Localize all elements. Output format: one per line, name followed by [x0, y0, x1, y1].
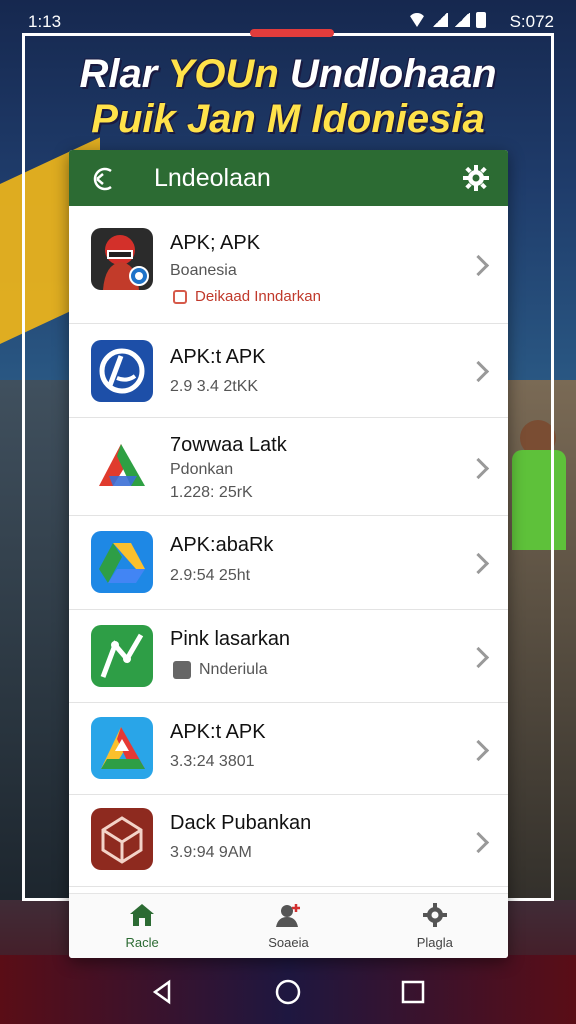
app-window: Lndeolaan APK; APK Boanesia Deikaad Innd…	[69, 150, 508, 958]
headline-part-2: YOUn	[167, 52, 279, 96]
nav-item-home[interactable]: Racle	[69, 894, 215, 958]
app-subtitle: 3.3:24 3801	[170, 753, 255, 770]
home-circle-icon[interactable]	[274, 978, 302, 1006]
list-item[interactable]: APK:abaRk 2.9:54 25ht	[69, 516, 508, 610]
app-subtitle: 2.9 3.4 2tKK	[170, 378, 259, 395]
list-item[interactable]: 7owwaa Latk Pdonkan 1.228: 25rK	[69, 418, 508, 516]
status-right-text: S:072	[509, 12, 554, 31]
signal-icon-2	[454, 13, 470, 27]
app-subtitle: Boanesia	[170, 262, 237, 279]
download-tag: Deikaad Inndarkan	[173, 288, 321, 305]
list-item[interactable]: APK; APK Boanesia Deikaad Inndarkan	[69, 206, 508, 324]
app-title: 7owwaa Latk	[170, 434, 287, 456]
status-bar: 1:13 S:072	[0, 0, 576, 44]
nav-item-settings[interactable]: Plagla	[362, 894, 508, 958]
app-size: 1.228: 25rK	[170, 484, 253, 501]
app-title: Lndeolaan	[154, 164, 271, 192]
home-icon	[130, 904, 155, 926]
chevron-right-icon	[467, 457, 490, 480]
recents-square-icon[interactable]	[399, 978, 427, 1006]
person-green-shirt	[512, 450, 566, 550]
green-route-icon	[91, 625, 153, 687]
frame-accent	[250, 29, 334, 37]
crowd-left	[0, 380, 70, 900]
back-triangle-icon[interactable]	[149, 978, 177, 1006]
app-subtitle: 2.9:54 25ht	[170, 567, 251, 584]
nav-label: Racle	[125, 935, 159, 950]
app-tag-label: Nnderiula	[199, 661, 268, 678]
nav-label: Plagla	[416, 935, 453, 950]
gear-icon	[422, 903, 447, 927]
blue-p-logo-icon	[91, 340, 153, 402]
app-title: APK:t APK	[170, 346, 266, 368]
list-item[interactable]: Pink lasarkan Nnderiula	[69, 610, 508, 703]
colorful-a-logo-icon	[91, 717, 153, 779]
tag-box-icon	[173, 289, 187, 304]
green-red-a-logo-icon	[91, 434, 153, 496]
racer-helmet-icon	[91, 228, 153, 290]
app-bar: Lndeolaan	[69, 150, 508, 206]
chevron-right-icon	[467, 360, 490, 383]
bottom-nav: Racle Soaeia Plagla	[69, 893, 508, 958]
chevron-right-icon	[467, 254, 490, 277]
app-tag: Nnderiula	[173, 661, 267, 679]
headline-line-1: Rlar YOUn Undlohaan	[0, 52, 576, 97]
list-item[interactable]: APK:t APK 2.9 3.4 2tKK	[69, 324, 508, 418]
tag-box-icon	[173, 661, 191, 679]
chevron-right-icon	[467, 831, 490, 854]
list-item[interactable]: Dack Pubankan 3.9:94 9AM	[69, 795, 508, 887]
status-icons	[408, 12, 486, 28]
chevron-right-icon	[467, 739, 490, 762]
app-title: APK; APK	[170, 232, 261, 254]
person-add-icon	[276, 904, 301, 927]
chevron-right-icon	[467, 552, 490, 575]
chevron-right-icon	[467, 646, 490, 669]
battery-icon	[476, 12, 486, 28]
headline: Rlar YOUn Undlohaan Puik Jan M Idoniesia	[0, 52, 576, 142]
app-list: APK; APK Boanesia Deikaad Inndarkan APK:…	[69, 206, 508, 887]
app-title: APK:t APK	[170, 721, 266, 743]
nav-label: Soaeia	[268, 935, 309, 950]
headline-part-1: Rlar	[79, 52, 168, 96]
nav-item-social[interactable]: Soaeia	[215, 894, 361, 958]
app-subtitle: 3.9:94 9AM	[170, 844, 252, 861]
headline-line-2: Puik Jan M Idoniesia	[91, 96, 485, 141]
app-title: Pink lasarkan	[170, 628, 291, 650]
headline-part-3: Undlohaan	[278, 52, 497, 96]
app-subtitle: Pdonkan	[170, 461, 234, 478]
download-tag-label: Deikaad Inndarkan	[195, 288, 321, 305]
status-time: 1:13	[28, 12, 62, 31]
back-arrow-icon[interactable]	[91, 165, 119, 193]
gear-icon[interactable]	[462, 164, 490, 192]
red-cube-icon	[91, 808, 153, 870]
app-title: Dack Pubankan	[170, 812, 312, 834]
drive-triangle-icon	[91, 531, 153, 593]
system-nav-bar	[0, 960, 576, 1024]
app-title: APK:abaRk	[170, 534, 274, 556]
list-item[interactable]: APK:t APK 3.3:24 3801	[69, 703, 508, 795]
wifi-icon	[408, 13, 426, 27]
signal-icon	[432, 13, 448, 27]
